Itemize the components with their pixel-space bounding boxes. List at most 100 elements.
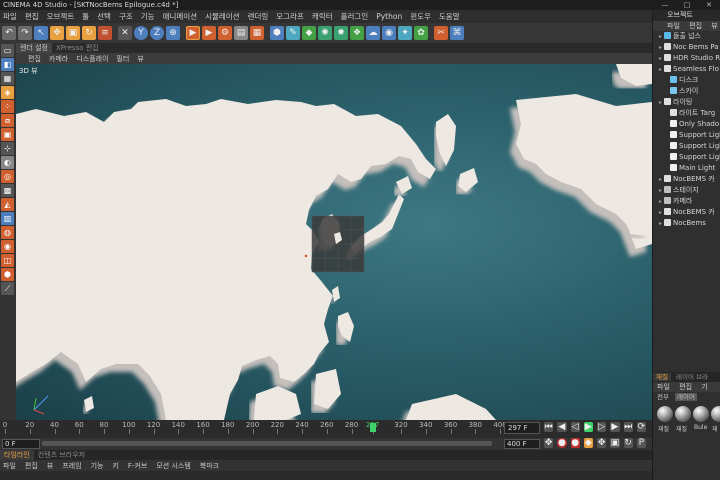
record-icon[interactable]: ●	[557, 438, 567, 448]
planar-icon[interactable]: ⟋	[1, 282, 14, 295]
coordinate-system-icon[interactable]: ⊕	[166, 26, 180, 40]
position-key-icon[interactable]: ✥	[597, 438, 607, 448]
points-mode-icon[interactable]: ⁘	[1, 100, 14, 113]
redo-icon[interactable]: ↷	[18, 26, 32, 40]
menu-functions[interactable]: 기능	[141, 11, 155, 22]
timeline-menu-frame[interactable]: 프레임	[62, 461, 81, 471]
prev-key-icon[interactable]: ◀	[557, 422, 567, 432]
render-region-icon[interactable]: ▦	[250, 26, 264, 40]
subdivision-icon[interactable]: ◆	[302, 26, 316, 40]
current-frame-field[interactable]: 297 F	[504, 422, 540, 434]
tab-timeline[interactable]: 타임라인	[0, 450, 34, 460]
object-row[interactable]: ▸ NocBEMS 카	[653, 207, 720, 218]
menu-simulate[interactable]: 시뮬레이션	[205, 11, 240, 22]
sculpt-icon[interactable]: ◍	[1, 226, 14, 239]
rotate-icon[interactable]: ↻	[82, 26, 96, 40]
array-icon[interactable]: ✺	[318, 26, 332, 40]
om-menu-edit[interactable]: 편집	[689, 22, 702, 30]
goto-start-icon[interactable]: ⏮	[544, 422, 554, 432]
texture-mode-icon[interactable]: ▦	[1, 72, 14, 85]
live-select-icon[interactable]: ↖	[34, 26, 48, 40]
solo-icon[interactable]: ◭	[1, 198, 14, 211]
grid-icon[interactable]: ▩	[1, 184, 14, 197]
cloner-icon[interactable]: ❖	[350, 26, 364, 40]
menu-python[interactable]: Python	[376, 12, 402, 21]
viewport-menu-camera[interactable]: 카메라	[49, 54, 68, 64]
object-row[interactable]: ▸ 라이팅	[653, 97, 720, 108]
timeline-menu-edit[interactable]: 편집	[25, 461, 38, 471]
material-preview-3[interactable]	[693, 406, 709, 422]
object-row[interactable]: ▸ NocBEMS 카	[653, 174, 720, 185]
object-row[interactable]: ▸ 돌출 넙스	[653, 31, 720, 42]
menu-edit[interactable]: 편집	[25, 11, 39, 22]
timeline-menu-fcurve[interactable]: F-커브	[128, 461, 147, 471]
object-row[interactable]: ▸ 카메라	[653, 196, 720, 207]
spline-pen-icon[interactable]: ✎	[286, 26, 300, 40]
menu-object[interactable]: 오브젝트	[47, 11, 75, 22]
layer-icon[interactable]: ▥	[1, 212, 14, 225]
viewport-menu-filter[interactable]: 필터	[116, 54, 129, 64]
z-axis-icon[interactable]: Z	[150, 26, 164, 40]
menu-tools[interactable]: 툴	[82, 11, 89, 22]
menu-select[interactable]: 선택	[97, 11, 111, 22]
material-preview-2[interactable]	[675, 406, 691, 422]
rotation-key-icon[interactable]: ↻	[623, 438, 633, 448]
workplane-icon[interactable]: ◈	[1, 86, 14, 99]
object-row[interactable]: Support Ligh	[653, 141, 720, 152]
playhead[interactable]	[369, 423, 376, 432]
locked-workplane-icon[interactable]: ⬢	[1, 268, 14, 281]
tab-content-browser[interactable]: 컨텐츠 브라우저	[34, 450, 89, 460]
tab-layer-browser[interactable]: 레이어 브라	[673, 373, 711, 381]
object-row[interactable]: 라이트 Targ	[653, 108, 720, 119]
mat-menu-file[interactable]: 파일	[657, 383, 670, 391]
tag-icon[interactable]: ✂	[434, 26, 448, 40]
axis-mode-icon[interactable]: ⊹	[1, 142, 14, 155]
timeline-menu-motion-system[interactable]: 모션 시스템	[156, 461, 190, 471]
make-editable-icon[interactable]: ▭	[1, 44, 14, 57]
tab-materials[interactable]: 재질	[653, 373, 671, 381]
timeline-menu-key[interactable]: 키	[112, 461, 118, 471]
timeline-menu-bookmarks[interactable]: 북마크	[200, 461, 219, 471]
camera-tool-icon[interactable]: ◉	[382, 26, 396, 40]
menu-render[interactable]: 렌더링	[248, 11, 269, 22]
recent-tools-icon[interactable]: ≡	[98, 26, 112, 40]
minimize-button[interactable]: —	[654, 0, 676, 10]
menu-animate[interactable]: 애니메이션	[163, 11, 198, 22]
material-preview-4[interactable]	[711, 406, 720, 422]
model-mode-icon[interactable]: ◧	[1, 58, 14, 71]
end-frame-field[interactable]: 400 F	[504, 439, 540, 449]
x-axis-icon[interactable]: ✕	[118, 26, 132, 40]
environment-icon[interactable]: ✿	[414, 26, 428, 40]
next-frame-icon[interactable]: ▷	[597, 422, 607, 432]
script-icon[interactable]: ⌘	[450, 26, 464, 40]
scene-icon[interactable]: ☁	[366, 26, 380, 40]
dopesheet-ruler[interactable]	[0, 471, 652, 480]
material-preview-1[interactable]	[657, 406, 673, 422]
object-row[interactable]: ▸ HDR Studio Ri	[653, 53, 720, 64]
move-key-icon[interactable]: ✥	[544, 438, 554, 448]
timeline-menu-functions[interactable]: 기능	[91, 461, 104, 471]
play-icon[interactable]: ▶	[583, 422, 593, 432]
selection-grid[interactable]	[311, 215, 365, 273]
object-row[interactable]: ▸ Seamless Flo	[653, 64, 720, 75]
viewport-menu-display[interactable]: 디스플레이	[76, 54, 108, 64]
auto-key-icon[interactable]: ●	[570, 438, 580, 448]
timeline-ruler[interactable]: 0 20 40 60 80 100 120 140 160 180 200 220 240 260 280 2…	[0, 420, 652, 438]
render-picture-viewer-icon[interactable]: ▶	[202, 26, 216, 40]
timeline-menu-view[interactable]: 뷰	[47, 461, 53, 471]
tab-render-settings[interactable]: 렌더 설정	[16, 43, 52, 53]
mat-menu-function[interactable]: 기	[701, 383, 707, 391]
object-row[interactable]: Main Light	[653, 163, 720, 174]
filter-all[interactable]: 전부	[657, 393, 669, 401]
range-slider[interactable]	[42, 441, 492, 446]
polygons-mode-icon[interactable]: ▣	[1, 128, 14, 141]
object-row[interactable]: Only Shado	[653, 119, 720, 130]
key-selection-icon[interactable]: ◆	[583, 438, 593, 448]
menu-character[interactable]: 캐릭터	[312, 11, 333, 22]
render-settings-icon[interactable]: ⚙	[218, 26, 232, 40]
move-icon[interactable]: ✥	[50, 26, 64, 40]
timeline-menu-file[interactable]: 파일	[3, 461, 16, 471]
undo-icon[interactable]: ↶	[2, 26, 16, 40]
param-key-icon[interactable]: P	[636, 438, 646, 448]
goto-end-icon[interactable]: ⏭	[623, 422, 633, 432]
